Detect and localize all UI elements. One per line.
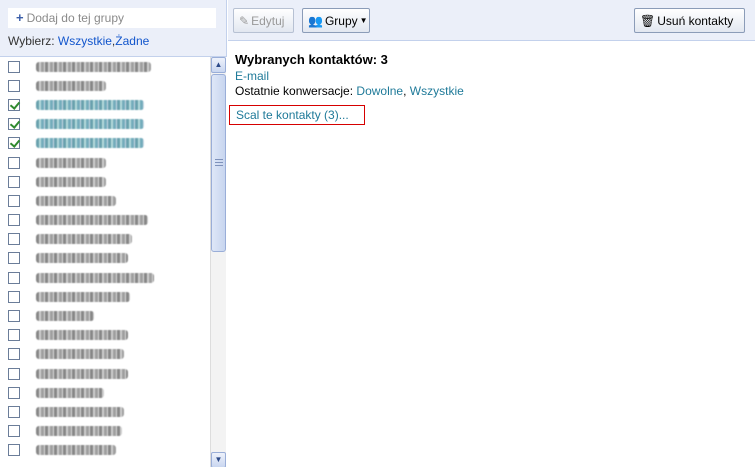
contact-name-redacted[interactable]	[36, 99, 144, 110]
groups-button[interactable]: 👥 Grupy ▼	[302, 8, 370, 33]
contact-row[interactable]	[0, 153, 227, 172]
contact-name-redacted[interactable]	[36, 349, 124, 360]
contact-name-redacted[interactable]	[36, 272, 154, 283]
contact-row[interactable]	[0, 422, 227, 441]
contact-row[interactable]	[0, 211, 227, 230]
chevron-down-icon: ▼	[359, 16, 368, 25]
selected-count-title: Wybranych kontaktów: 3	[235, 52, 388, 67]
contact-list-scrollbar[interactable]: ▲ ▼	[210, 57, 226, 467]
contact-row[interactable]	[0, 95, 227, 114]
delete-contacts-label: Usuń kontakty	[657, 13, 734, 28]
content-pane: Wybranych kontaktów: 3 E-mail Ostatnie k…	[228, 42, 755, 467]
contact-list: ▲ ▼	[0, 56, 227, 467]
contact-name-redacted[interactable]	[36, 215, 148, 226]
contact-name-redacted[interactable]	[36, 253, 128, 264]
select-all-link[interactable]: Wszystkie	[58, 34, 112, 48]
grip-icon	[215, 159, 223, 166]
contact-row[interactable]	[0, 306, 227, 325]
contact-row[interactable]	[0, 230, 227, 249]
contact-name-redacted[interactable]	[36, 406, 124, 417]
contact-name-redacted[interactable]	[36, 138, 144, 149]
contact-row[interactable]	[0, 268, 227, 287]
contact-row[interactable]	[0, 441, 227, 460]
contact-name-redacted[interactable]	[36, 387, 104, 398]
contact-checkbox[interactable]	[8, 425, 20, 438]
contact-checkbox[interactable]	[8, 194, 20, 207]
contact-row[interactable]	[0, 326, 227, 345]
contact-checkbox[interactable]	[8, 310, 20, 323]
contact-row[interactable]	[0, 383, 227, 402]
contact-checkbox[interactable]	[8, 367, 20, 380]
contact-checkbox[interactable]	[8, 98, 20, 111]
contact-name-redacted[interactable]	[36, 426, 122, 437]
conversations-separator: ,	[403, 84, 407, 98]
add-to-group-label: Dodaj do tej grupy	[26, 11, 124, 25]
contact-checkbox[interactable]	[8, 214, 20, 227]
contact-checkbox[interactable]	[8, 386, 20, 399]
scroll-thumb[interactable]	[211, 74, 226, 252]
select-label: Wybierz:	[8, 34, 55, 48]
select-row: Wybierz: Wszystkie,Żadne	[8, 34, 149, 48]
contact-name-redacted[interactable]	[36, 234, 132, 245]
contact-checkbox[interactable]	[8, 329, 20, 342]
people-icon: 👥	[308, 13, 323, 28]
contact-checkbox[interactable]	[8, 79, 20, 92]
conversations-any-link[interactable]: Dowolne	[356, 84, 403, 98]
contact-checkbox[interactable]	[8, 137, 20, 150]
contact-row[interactable]	[0, 249, 227, 268]
contact-row[interactable]	[0, 172, 227, 191]
contact-checkbox[interactable]	[8, 233, 20, 246]
contact-name-redacted[interactable]	[36, 61, 151, 72]
trash-icon: 🗑	[640, 13, 656, 28]
recent-conversations-row: Ostatnie konwersacje: Dowolne, Wszystkie	[235, 84, 464, 98]
contact-checkbox[interactable]	[8, 271, 20, 284]
contact-row[interactable]	[0, 287, 227, 306]
contact-name-redacted[interactable]	[36, 119, 144, 130]
contact-checkbox[interactable]	[8, 444, 20, 457]
contact-checkbox[interactable]	[8, 175, 20, 188]
contact-checkbox[interactable]	[8, 405, 20, 418]
plus-icon: +	[16, 10, 24, 25]
contact-name-redacted[interactable]	[36, 176, 106, 187]
edit-button[interactable]: ✎ Edytuj	[233, 8, 294, 33]
contact-rows	[0, 57, 227, 460]
groups-button-label: Grupy	[324, 13, 358, 28]
contact-checkbox[interactable]	[8, 252, 20, 265]
scroll-up-button[interactable]: ▲	[211, 57, 226, 73]
contact-name-redacted[interactable]	[36, 195, 116, 206]
contact-name-redacted[interactable]	[36, 291, 130, 302]
contact-row[interactable]	[0, 345, 227, 364]
select-none-link[interactable]: Żadne	[115, 34, 149, 48]
contact-checkbox[interactable]	[8, 290, 20, 303]
contact-checkbox[interactable]	[8, 60, 20, 73]
contact-row[interactable]	[0, 57, 227, 76]
contact-row[interactable]	[0, 76, 227, 95]
contact-row[interactable]	[0, 402, 227, 421]
contact-checkbox[interactable]	[8, 118, 20, 131]
contact-checkbox[interactable]	[8, 348, 20, 361]
contact-row[interactable]	[0, 191, 227, 210]
contact-row[interactable]	[0, 115, 227, 134]
conversations-all-link[interactable]: Wszystkie	[410, 84, 464, 98]
contact-row[interactable]	[0, 134, 227, 153]
contact-checkbox[interactable]	[8, 156, 20, 169]
left-panel: + Dodaj do tej grupy Wybierz: Wszystkie,Ż…	[0, 0, 227, 467]
contact-name-redacted[interactable]	[36, 445, 116, 456]
merge-contacts-link[interactable]: Scal te kontakty (3)...	[229, 105, 365, 125]
contact-name-redacted[interactable]	[36, 157, 106, 168]
contact-name-redacted[interactable]	[36, 80, 106, 91]
contact-name-redacted[interactable]	[36, 311, 94, 322]
delete-contacts-button[interactable]: 🗑 Usuń kontakty	[634, 8, 745, 33]
pencil-icon: ✎	[239, 13, 250, 28]
toolbar: ✎ Edytuj 👥 Grupy ▼ 🗑 Usuń kontakty	[228, 0, 755, 41]
add-to-group-field[interactable]: + Dodaj do tej grupy	[7, 7, 217, 29]
contact-name-redacted[interactable]	[36, 368, 128, 379]
edit-button-label: Edytuj	[251, 13, 285, 28]
email-link[interactable]: E-mail	[235, 69, 269, 83]
recent-conversations-label: Ostatnie konwersacje:	[235, 84, 354, 98]
scroll-down-button[interactable]: ▼	[211, 452, 226, 467]
contact-name-redacted[interactable]	[36, 330, 128, 341]
contact-row[interactable]	[0, 364, 227, 383]
